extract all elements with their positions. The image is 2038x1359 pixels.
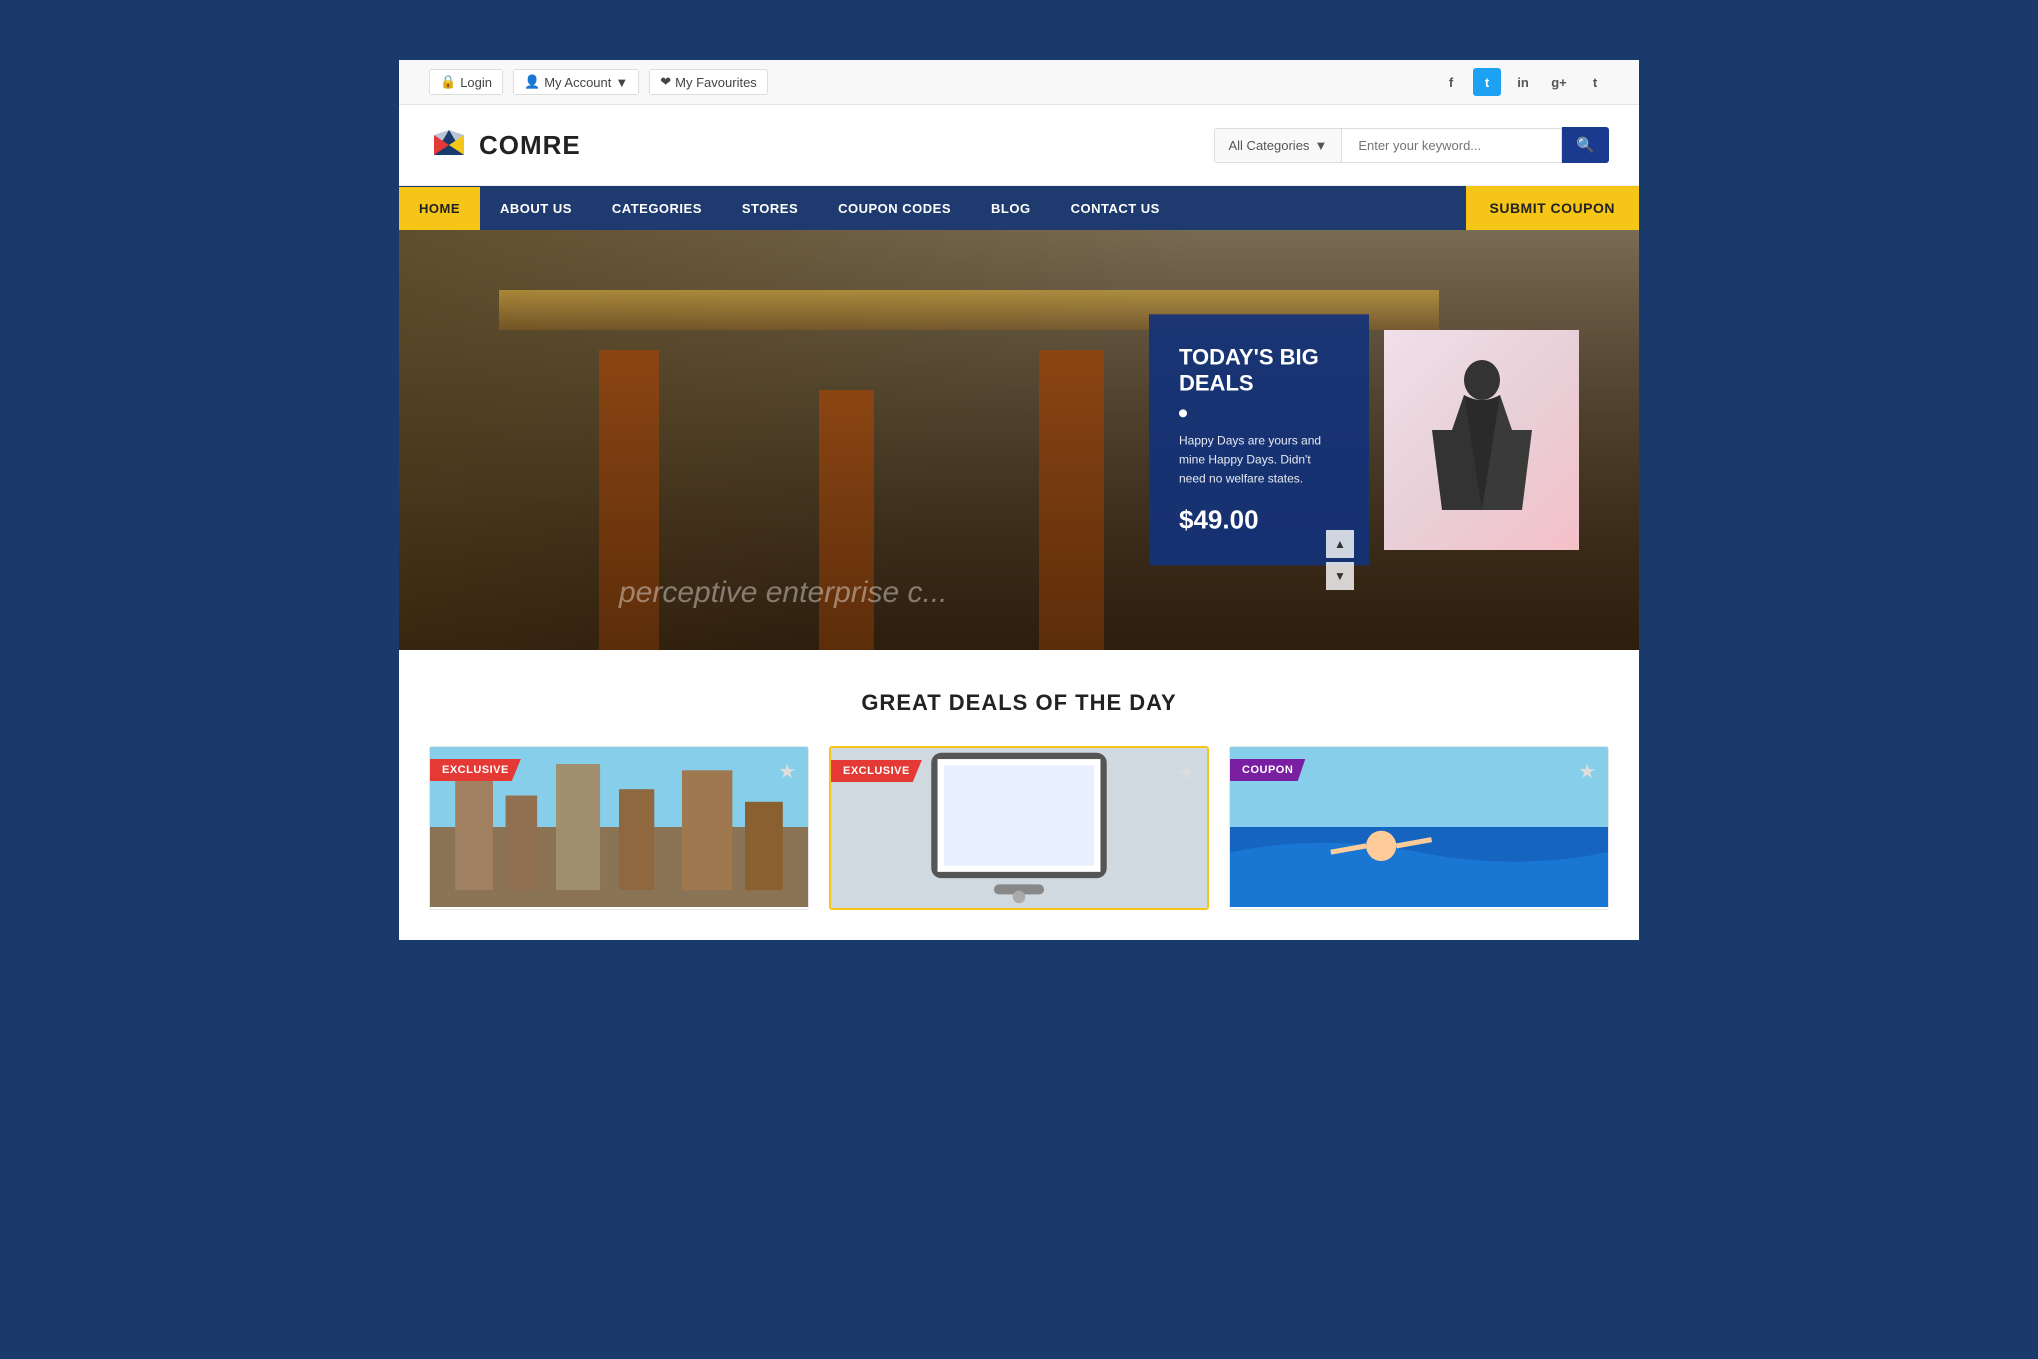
login-label: Login: [460, 75, 492, 90]
hero-deal-price: $49.00: [1179, 505, 1339, 536]
deal-star-2[interactable]: ★: [1177, 760, 1195, 785]
nav-items: HOME ABOUT US CATEGORIES STORES COUPON C…: [399, 187, 1180, 230]
deals-section: GREAT DEALS OF THE DAY EXCLUSIVE ★: [399, 650, 1639, 940]
deal-badge-1: EXCLUSIVE: [430, 759, 521, 781]
submit-coupon-button[interactable]: SUBMIT COUPON: [1466, 186, 1640, 230]
heart-icon: ❤: [660, 74, 671, 90]
chevron-down-icon: ▼: [1314, 138, 1327, 153]
deals-title: GREAT DEALS OF THE DAY: [429, 690, 1609, 716]
hero-deal-title: TODAY'S BIG DEALS: [1179, 344, 1339, 397]
category-label: All Categories: [1229, 138, 1310, 153]
nav-item-blog[interactable]: BLOG: [971, 187, 1051, 230]
search-icon: 🔍: [1576, 136, 1595, 154]
googleplus-icon[interactable]: g+: [1545, 68, 1573, 96]
expo-column-3: [1039, 350, 1104, 650]
hero-deal-box: TODAY'S BIG DEALS Happy Days are yours a…: [1149, 314, 1369, 565]
deal-card-3[interactable]: COUPON ★: [1229, 746, 1609, 910]
deal-card-2[interactable]: EXCLUSIVE ★: [829, 746, 1209, 910]
hero-product-image: [1384, 330, 1579, 550]
deal-card-1[interactable]: EXCLUSIVE ★: [429, 746, 809, 910]
hero-deal-dot: [1179, 409, 1187, 417]
hero-arrow-up[interactable]: ▲: [1326, 530, 1354, 558]
my-favourites-button[interactable]: ❤ My Favourites: [649, 69, 768, 95]
chevron-down-icon: ▼: [615, 75, 628, 90]
login-button[interactable]: 🔒 Login: [429, 69, 503, 95]
header: COMRE All Categories ▼ 🔍: [399, 105, 1639, 186]
nav-item-contact[interactable]: CONTACT US: [1051, 187, 1180, 230]
nav-item-categories[interactable]: CATEGORIES: [592, 187, 722, 230]
product-image-inner: [1384, 330, 1579, 550]
facebook-icon[interactable]: f: [1437, 68, 1465, 96]
hero-overlay-text: perceptive enterprise c...: [619, 576, 948, 610]
hero-arrow-down[interactable]: ▼: [1326, 562, 1354, 590]
my-account-label: My Account: [544, 75, 611, 90]
deal-star-3[interactable]: ★: [1578, 759, 1596, 784]
my-favourites-label: My Favourites: [675, 75, 757, 90]
deals-grid: EXCLUSIVE ★: [429, 746, 1609, 910]
search-input[interactable]: [1342, 128, 1562, 163]
logo-area[interactable]: COMRE: [429, 125, 581, 165]
twitter-icon[interactable]: t: [1473, 68, 1501, 96]
hero-section: perceptive enterprise c... TODAY'S BIG D…: [399, 230, 1639, 650]
tumblr-icon[interactable]: t: [1581, 68, 1609, 96]
nav-bar: HOME ABOUT US CATEGORIES STORES COUPON C…: [399, 186, 1639, 230]
nav-item-stores[interactable]: STORES: [722, 187, 818, 230]
category-dropdown[interactable]: All Categories ▼: [1214, 128, 1343, 163]
search-area: All Categories ▼ 🔍: [1214, 127, 1610, 163]
lock-icon: 🔒: [440, 74, 456, 90]
deal-badge-2: EXCLUSIVE: [831, 760, 922, 782]
nav-item-about[interactable]: ABOUT US: [480, 187, 592, 230]
hero-nav-arrows: ▲ ▼: [1326, 530, 1354, 590]
my-account-button[interactable]: 👤 My Account ▼: [513, 69, 639, 95]
user-icon: 👤: [524, 74, 540, 90]
top-bar-left: 🔒 Login 👤 My Account ▼ ❤ My Favourites: [429, 69, 768, 95]
deal-star-1[interactable]: ★: [778, 759, 796, 784]
deal-badge-3: COUPON: [1230, 759, 1305, 781]
dress-svg: [1422, 350, 1542, 530]
hero-deal-text: Happy Days are yours and mine Happy Days…: [1179, 431, 1339, 489]
search-button[interactable]: 🔍: [1562, 127, 1609, 163]
logo-icon: [429, 125, 469, 165]
nav-item-home[interactable]: HOME: [399, 187, 480, 230]
top-bar-social: f t in g+ t: [1437, 68, 1609, 96]
nav-item-coupon-codes[interactable]: COUPON CODES: [818, 187, 971, 230]
top-bar: 🔒 Login 👤 My Account ▼ ❤ My Favourites f…: [399, 60, 1639, 105]
expo-column-2: [819, 390, 874, 650]
logo-text: COMRE: [479, 130, 581, 161]
linkedin-icon[interactable]: in: [1509, 68, 1537, 96]
